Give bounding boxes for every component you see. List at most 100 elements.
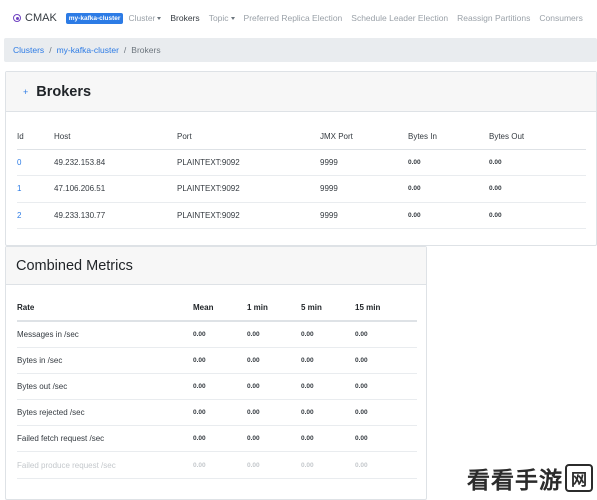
breadcrumb-cluster-link[interactable]: my-kafka-cluster — [57, 45, 119, 55]
broker-host: 49.232.153.84 — [54, 149, 177, 176]
table-header-row: Id Host Port JMX Port Bytes In Bytes Out — [17, 124, 586, 150]
metrics-table: Rate Mean 1 min 5 min 15 min Messages in… — [17, 295, 417, 479]
watermark-badge-icon: 网 — [565, 464, 593, 492]
table-row: 2 49.233.130.77 PLAINTEXT:9092 9999 0.00… — [17, 202, 586, 229]
nav-reassign-partitions[interactable]: Reassign Partitions — [457, 13, 530, 23]
table-row: Bytes rejected /sec 0.00 0.00 0.00 0.00 — [17, 399, 417, 427]
metric-name: Bytes rejected /sec — [17, 399, 193, 427]
column-header[interactable]: Host — [54, 124, 177, 150]
breadcrumb-separator: / — [123, 45, 127, 55]
nav-sle-label: Schedule Leader Election — [351, 13, 449, 23]
broker-port: PLAINTEXT:9092 — [177, 175, 320, 203]
broker-bytes-in: 0.00 — [408, 202, 489, 229]
metric-5min: 0.00 — [301, 399, 355, 427]
broker-id-link[interactable]: 0 — [17, 149, 54, 176]
metric-mean: 0.00 — [193, 321, 247, 348]
metric-5min: 0.00 — [301, 373, 355, 401]
metric-15min: 0.00 — [355, 425, 417, 453]
broker-bytes-out: 0.00 — [489, 202, 586, 229]
broker-id-link[interactable]: 2 — [17, 202, 54, 229]
column-header: 1 min — [247, 295, 301, 322]
nav-pre-label: Preferred Replica Election — [243, 13, 343, 23]
brand-label: CMAK — [25, 12, 57, 24]
metric-15min: 0.00 — [355, 373, 417, 401]
metric-15min: 0.00 — [355, 347, 417, 374]
nav-brokers-label: Brokers — [170, 13, 200, 23]
metric-mean: 0.00 — [193, 425, 247, 453]
broker-id-link[interactable]: 1 — [17, 175, 54, 203]
nav-cluster-label: Cluster — [128, 13, 156, 23]
table-row: 0 49.232.153.84 PLAINTEXT:9092 9999 0.00… — [17, 149, 586, 176]
table-header-row: Rate Mean 1 min 5 min 15 min — [17, 295, 417, 322]
metric-mean: 0.00 — [193, 347, 247, 374]
top-navbar: CMAK my-kafka-cluster Cluster Brokers To… — [0, 0, 597, 36]
broker-host: 49.233.130.77 — [54, 202, 177, 229]
expand-icon[interactable]: + — [23, 87, 28, 97]
metric-5min: 0.00 — [301, 425, 355, 453]
broker-port: PLAINTEXT:9092 — [177, 149, 320, 176]
metric-1min: 0.00 — [247, 451, 301, 479]
column-header: Rate — [17, 295, 193, 322]
metric-name: Failed fetch request /sec — [17, 425, 193, 453]
column-header: Mean — [193, 295, 247, 322]
broker-bytes-out: 0.00 — [489, 149, 586, 176]
metric-1min: 0.00 — [247, 399, 301, 427]
nav-preferred-replica-election[interactable]: Preferred Replica Election — [244, 13, 343, 23]
metrics-card-header: Combined Metrics — [6, 247, 426, 285]
broker-host: 47.106.206.51 — [54, 175, 177, 203]
watermark-text: 看看手游 — [467, 468, 563, 494]
metric-mean: 0.00 — [193, 373, 247, 401]
metric-15min: 0.00 — [355, 451, 417, 479]
broker-port: PLAINTEXT:9092 — [177, 202, 320, 229]
metric-5min: 0.00 — [301, 347, 355, 374]
table-row: 1 47.106.206.51 PLAINTEXT:9092 9999 0.00… — [17, 175, 586, 203]
brokers-card: + Brokers Id Host Port JMX Port Bytes In… — [5, 71, 597, 246]
breadcrumb-clusters-link[interactable]: Clusters — [13, 45, 44, 55]
nav-brokers[interactable]: Brokers — [170, 13, 199, 23]
table-row: Failed produce request /sec 0.00 0.00 0.… — [17, 451, 417, 479]
breadcrumb: Clusters / my-kafka-cluster / Brokers — [4, 38, 597, 62]
brokers-table: Id Host Port JMX Port Bytes In Bytes Out… — [17, 124, 586, 229]
breadcrumb-current: Brokers — [131, 45, 161, 55]
broker-jmx-port: 9999 — [320, 175, 408, 203]
column-header[interactable]: Bytes Out — [489, 124, 586, 150]
metric-name: Failed produce request /sec — [17, 451, 193, 479]
column-header[interactable]: Bytes In — [408, 124, 489, 150]
brokers-card-header: + Brokers — [6, 72, 596, 112]
nav-schedule-leader-election[interactable]: Schedule Leader Election — [351, 13, 448, 23]
metrics-title: Combined Metrics — [16, 257, 133, 274]
metric-1min: 0.00 — [247, 347, 301, 374]
broker-bytes-in: 0.00 — [408, 175, 489, 203]
table-row: Bytes out /sec 0.00 0.00 0.00 0.00 — [17, 373, 417, 401]
watermark: 看看手游 网 — [467, 461, 593, 495]
metric-name: Bytes in /sec — [17, 347, 193, 374]
nav-topic-dropdown[interactable]: Topic — [209, 13, 235, 23]
nav-consumers-label: Consumers — [539, 13, 583, 23]
broker-jmx-port: 9999 — [320, 149, 408, 176]
metric-1min: 0.00 — [247, 321, 301, 348]
metric-15min: 0.00 — [355, 399, 417, 427]
broker-jmx-port: 9999 — [320, 202, 408, 229]
table-row: Failed fetch request /sec 0.00 0.00 0.00… — [17, 425, 417, 453]
metric-1min: 0.00 — [247, 373, 301, 401]
breadcrumb-separator: / — [49, 45, 52, 55]
metric-5min: 0.00 — [301, 451, 355, 479]
cluster-badge: my-kafka-cluster — [65, 12, 124, 24]
table-row: Bytes in /sec 0.00 0.00 0.00 0.00 — [17, 347, 417, 374]
table-row: Messages in /sec 0.00 0.00 0.00 0.00 — [17, 321, 417, 348]
nav-cluster-dropdown[interactable]: Cluster — [128, 13, 162, 23]
broker-bytes-out: 0.00 — [489, 175, 586, 203]
nav-consumers[interactable]: Consumers — [539, 13, 582, 23]
metric-name: Bytes out /sec — [17, 373, 193, 401]
caret-down-icon — [157, 16, 162, 20]
column-header[interactable]: Id — [17, 124, 54, 150]
column-header[interactable]: JMX Port — [320, 124, 408, 150]
metric-15min: 0.00 — [355, 321, 417, 348]
metric-mean: 0.00 — [193, 399, 247, 427]
column-header[interactable]: Port — [177, 124, 320, 150]
column-header: 5 min — [301, 295, 355, 322]
column-header: 15 min — [355, 295, 417, 322]
brand-link[interactable]: CMAK — [13, 12, 57, 24]
metric-5min: 0.00 — [301, 321, 355, 348]
metric-1min: 0.00 — [247, 425, 301, 453]
